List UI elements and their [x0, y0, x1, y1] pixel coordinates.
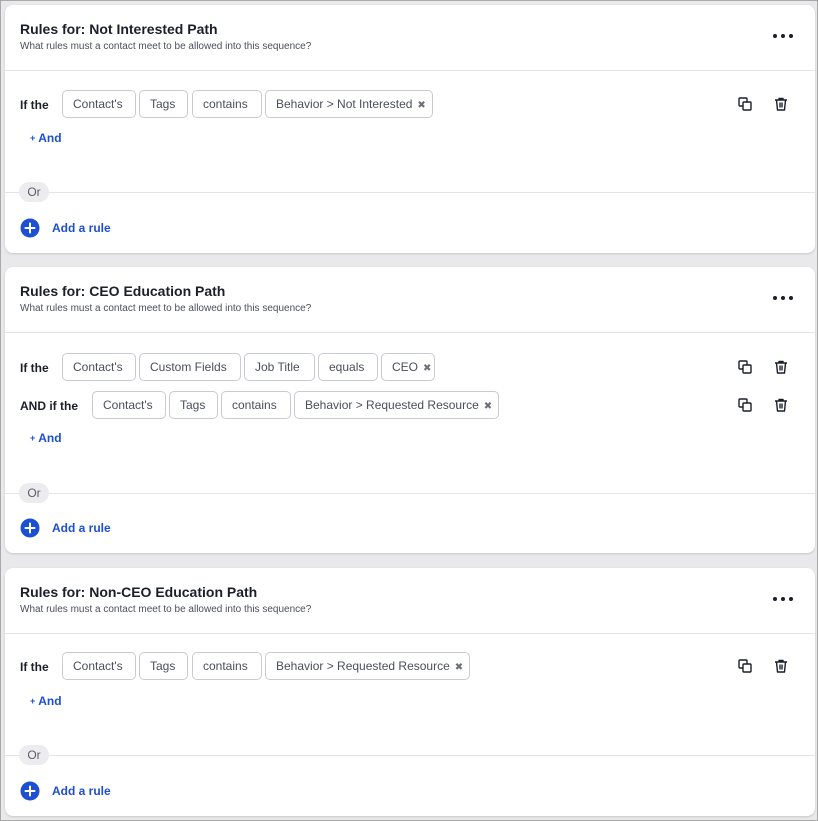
divider-line: [5, 755, 815, 756]
or-label: Or: [19, 745, 49, 765]
card-title: Rules for: Not Interested Path: [20, 21, 218, 37]
field-chip[interactable]: Tags: [169, 391, 218, 419]
operator-chip[interactable]: contains: [192, 90, 262, 118]
card-title: Rules for: Non-CEO Education Path: [20, 584, 258, 600]
or-divider: Or: [5, 745, 815, 765]
divider-line: [5, 493, 815, 494]
plus-circle-icon: [20, 518, 40, 538]
subject-chip[interactable]: Contact's: [62, 353, 136, 381]
rule-lead-label: If the: [20, 98, 49, 112]
more-options-icon[interactable]: [773, 291, 793, 305]
remove-value-icon[interactable]: ✖: [423, 363, 431, 374]
operator-chip[interactable]: contains: [221, 391, 291, 419]
subfield-chip[interactable]: Job Title: [244, 353, 315, 381]
plus-icon: +: [30, 133, 36, 143]
field-chip[interactable]: Custom Fields: [139, 353, 241, 381]
or-divider: Or: [5, 182, 815, 202]
remove-value-icon[interactable]: ✖: [484, 401, 492, 412]
card-subtitle: What rules must a contact meet to be all…: [20, 41, 312, 52]
value-chip-label: Behavior > Not Interested: [276, 97, 413, 111]
plus-circle-icon: [20, 218, 40, 238]
rule-row: If the Contact's Custom Fields Job Title…: [20, 353, 815, 383]
field-chip[interactable]: Tags: [139, 90, 188, 118]
remove-value-icon[interactable]: ✖: [417, 100, 425, 111]
card-title: Rules for: CEO Education Path: [20, 283, 226, 299]
add-rule-label: Add a rule: [52, 784, 111, 798]
rule-row: If the Contact's Tags contains Behavior …: [20, 90, 815, 120]
operator-chip[interactable]: equals: [318, 353, 378, 381]
and-label: And: [38, 694, 62, 708]
rule-card-not-interested: Rules for: Not Interested Path What rule…: [5, 5, 815, 253]
and-label: And: [38, 431, 62, 445]
rule-lead-label: If the: [20, 361, 49, 375]
copy-icon[interactable]: [737, 658, 753, 674]
rule-lead-label: If the: [20, 660, 49, 674]
copy-icon[interactable]: [737, 397, 753, 413]
or-divider: Or: [5, 483, 815, 503]
subject-chip[interactable]: Contact's: [62, 652, 136, 680]
remove-value-icon[interactable]: ✖: [455, 662, 463, 673]
trash-icon[interactable]: [773, 359, 789, 375]
subject-chip[interactable]: Contact's: [62, 90, 136, 118]
value-chip[interactable]: Behavior > Requested Resource ✖: [294, 391, 499, 419]
card-subtitle: What rules must a contact meet to be all…: [20, 303, 312, 314]
trash-icon[interactable]: [773, 96, 789, 112]
operator-chip[interactable]: contains: [192, 652, 262, 680]
value-chip-label: Behavior > Requested Resource: [305, 398, 479, 412]
rule-row: If the Contact's Tags contains Behavior …: [20, 652, 815, 682]
value-chip-label: Behavior > Requested Resource: [276, 659, 450, 673]
field-chip[interactable]: Tags: [139, 652, 188, 680]
card-header: Rules for: Not Interested Path What rule…: [5, 5, 815, 71]
add-and-condition-link[interactable]: + And: [30, 431, 62, 445]
add-and-condition-link[interactable]: + And: [30, 694, 62, 708]
rule-card-ceo-education: Rules for: CEO Education Path What rules…: [5, 267, 815, 553]
value-chip[interactable]: CEO ✖: [381, 353, 435, 381]
rule-lead-label: AND if the: [20, 399, 78, 413]
or-label: Or: [19, 483, 49, 503]
plus-circle-icon: [20, 781, 40, 801]
and-label: And: [38, 131, 62, 145]
or-label: Or: [19, 182, 49, 202]
card-subtitle: What rules must a contact meet to be all…: [20, 604, 312, 615]
subject-chip[interactable]: Contact's: [92, 391, 166, 419]
value-chip[interactable]: Behavior > Not Interested ✖: [265, 90, 433, 118]
divider-line: [5, 192, 815, 193]
copy-icon[interactable]: [737, 359, 753, 375]
value-chip[interactable]: Behavior > Requested Resource ✖: [265, 652, 470, 680]
add-rule-label: Add a rule: [52, 221, 111, 235]
more-options-icon[interactable]: [773, 29, 793, 43]
trash-icon[interactable]: [773, 658, 789, 674]
card-header: Rules for: Non-CEO Education Path What r…: [5, 568, 815, 634]
rule-row: AND if the Contact's Tags contains Behav…: [20, 391, 815, 421]
add-rule-label: Add a rule: [52, 521, 111, 535]
value-chip-label: CEO: [392, 360, 419, 374]
plus-icon: +: [30, 433, 36, 443]
card-header: Rules for: CEO Education Path What rules…: [5, 267, 815, 333]
rules-panel: Rules for: Not Interested Path What rule…: [0, 0, 818, 821]
copy-icon[interactable]: [737, 96, 753, 112]
more-options-icon[interactable]: [773, 592, 793, 606]
rule-card-non-ceo-education: Rules for: Non-CEO Education Path What r…: [5, 568, 815, 816]
add-and-condition-link[interactable]: + And: [30, 131, 62, 145]
plus-icon: +: [30, 696, 36, 706]
trash-icon[interactable]: [773, 397, 789, 413]
